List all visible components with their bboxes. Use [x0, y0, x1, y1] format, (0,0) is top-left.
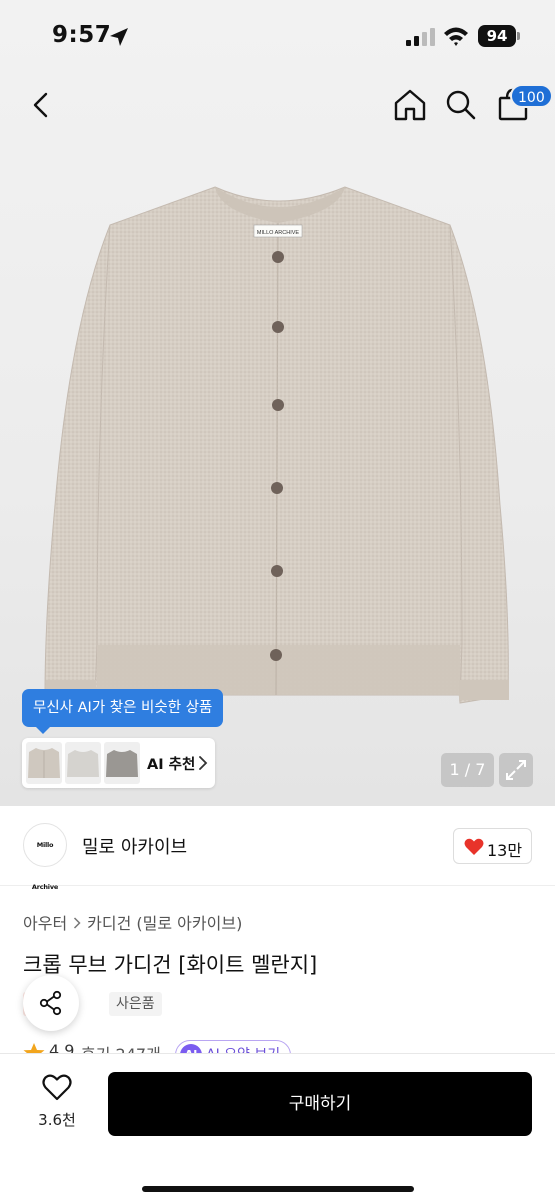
cellular-signal-icon: [406, 28, 435, 46]
brand-like-count: 13만: [487, 841, 523, 860]
search-button[interactable]: [441, 85, 481, 125]
thumbnail-gray-sweater-image: [106, 750, 138, 777]
fullscreen-button[interactable]: [499, 753, 533, 787]
product-image: MILLO ARCHIVE: [44, 186, 509, 704]
share-button[interactable]: [23, 975, 79, 1031]
breadcrumb-item[interactable]: 카디건 (밀로 아카이브): [87, 914, 242, 933]
breadcrumb-item[interactable]: 아우터: [23, 914, 67, 933]
buy-button[interactable]: 구매하기: [108, 1072, 532, 1136]
ai-recommend-label: AI 추천: [147, 757, 196, 773]
brand-logo[interactable]: Millo Archive: [23, 823, 67, 891]
brand-like-button[interactable]: 13만: [453, 828, 532, 864]
ai-recommend-thumbnail[interactable]: [104, 742, 140, 784]
thumbnail-cardigan-image: [28, 748, 60, 778]
back-button[interactable]: [22, 85, 62, 125]
heart-filled-icon: [464, 838, 484, 855]
home-indicator: [142, 1186, 414, 1192]
heart-outline-icon: [42, 1074, 72, 1101]
ai-recommend-thumbnail[interactable]: [26, 742, 62, 784]
brand-name[interactable]: 밀로 아카이브: [82, 833, 187, 859]
location-arrow-icon: [110, 28, 128, 46]
home-button[interactable]: [390, 85, 430, 125]
battery-level: 94: [478, 25, 516, 47]
brand-row: Millo Archive 밀로 아카이브 13만: [0, 806, 555, 891]
ai-similar-tooltip[interactable]: 무신사 AI가 찾은 비슷한 상품: [22, 689, 224, 734]
chevron-left-icon: [33, 92, 48, 118]
home-icon: [394, 89, 426, 121]
category-breadcrumb: 아우터 카디건 (밀로 아카이브): [23, 910, 242, 934]
product-title: 크롭 무브 가디건 [화이트 멜란지]: [23, 953, 318, 977]
status-bar: 9:57 94: [0, 0, 555, 70]
bottom-action-bar: 3.6천 구매하기: [0, 1053, 555, 1200]
image-page-indicator: 1 / 7: [441, 753, 494, 787]
wishlist-button[interactable]: 3.6천: [28, 1074, 86, 1134]
cart-count-badge: 100: [510, 84, 553, 108]
ai-recommend-strip[interactable]: AI 추천: [22, 738, 215, 788]
ai-recommend-thumbnail[interactable]: [65, 742, 101, 784]
wifi-icon: [444, 27, 468, 46]
product-image-gallery[interactable]: MILLO ARCHIVE 9:57 94 100 무신사 AI가 찾은 비슷한…: [0, 0, 555, 806]
chevron-right-icon: [74, 917, 81, 929]
gift-tag: 사은품: [109, 992, 162, 1016]
thumbnail-sweater-image: [67, 750, 99, 777]
status-time: 9:57: [52, 22, 112, 48]
wishlist-count: 3.6천: [38, 1111, 76, 1129]
expand-icon: [506, 760, 526, 780]
share-icon: [39, 990, 62, 1016]
garment-label: MILLO ARCHIVE: [257, 230, 300, 236]
search-icon: [446, 90, 476, 120]
chevron-right-icon: [199, 756, 208, 770]
battery-tip: [517, 32, 520, 40]
